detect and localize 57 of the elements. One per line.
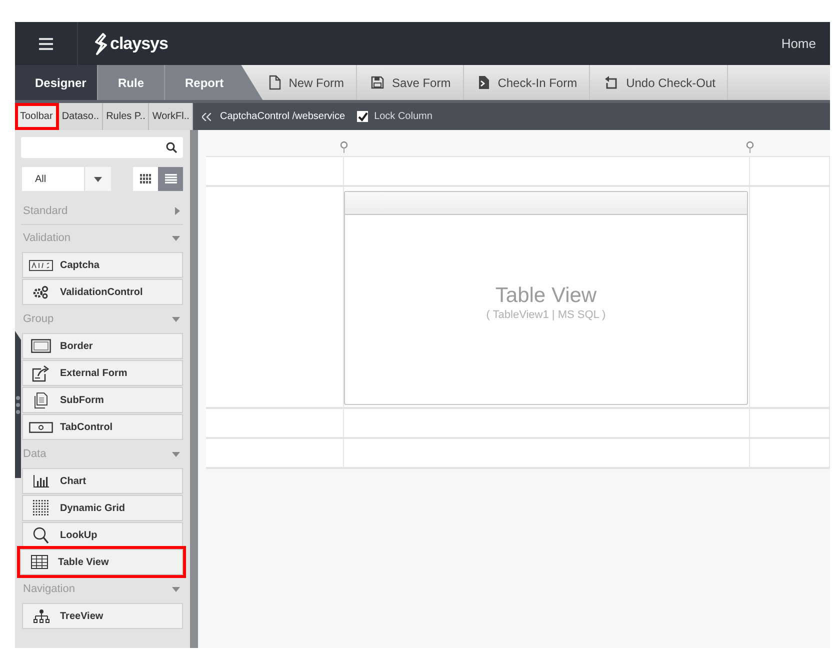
- list-icon: [164, 174, 177, 184]
- search-icon: [166, 142, 178, 153]
- toolbox-item[interactable]: TreeView: [22, 603, 184, 629]
- checkbox-label: Lock Column: [374, 111, 432, 122]
- mode-tab[interactable]: Report: [165, 65, 263, 100]
- toolbox-item[interactable]: TabControl: [22, 414, 184, 440]
- toolbox-item[interactable]: External Form: [22, 360, 184, 386]
- collapse-icon[interactable]: [202, 112, 211, 120]
- mode-tab[interactable]: Designer: [15, 65, 98, 100]
- column-pin-icon[interactable]: [746, 141, 754, 153]
- home-link[interactable]: Home: [781, 36, 816, 51]
- toolbox-item[interactable]: Table View: [20, 549, 184, 575]
- toolbox-item[interactable]: SubForm: [22, 387, 184, 413]
- bar-chart-icon: [33, 474, 49, 488]
- document-icon: [268, 75, 281, 90]
- column-pin-icon[interactable]: [340, 141, 348, 153]
- caret-down-icon: [172, 316, 180, 322]
- captcha-icon: [29, 260, 53, 270]
- menu-icon[interactable]: [39, 38, 53, 50]
- breadcrumb: CaptchaControl /webservice: [220, 111, 346, 122]
- gears-icon: [33, 285, 49, 299]
- panel-tab[interactable]: WorkFl..: [149, 103, 194, 130]
- tab-control-icon: [29, 422, 53, 432]
- toolbox-item[interactable]: Captcha: [22, 252, 184, 278]
- toolbox-item[interactable]: ValidationControl: [22, 279, 184, 305]
- control-title: Table View: [495, 284, 597, 308]
- documents-icon: [34, 392, 48, 408]
- filter-dropdown[interactable]: All: [22, 167, 111, 191]
- caret-down-icon: [172, 236, 180, 240]
- control-subtitle: ( TableView1 | MS SQL ): [486, 309, 606, 321]
- dot-grid-icon: [33, 500, 49, 516]
- document-arrow-icon: [478, 75, 490, 90]
- toolbox-item[interactable]: LookUp: [22, 522, 184, 548]
- table-icon: [30, 555, 48, 569]
- caret-right-icon: [175, 207, 180, 215]
- undo-icon: [604, 76, 618, 89]
- mode-tab[interactable]: Rule: [98, 65, 166, 100]
- toolbox-item[interactable]: Dynamic Grid: [22, 495, 184, 521]
- caret-icon: [94, 176, 102, 182]
- caret-down-icon: [172, 452, 180, 456]
- logo-icon: [94, 32, 108, 54]
- toolbox-item[interactable]: Chart: [22, 468, 184, 494]
- panel-tab[interactable]: Toolbar: [15, 103, 59, 130]
- toolbox-item[interactable]: Border: [22, 333, 184, 359]
- tree-icon: [32, 608, 50, 624]
- list-view-button[interactable]: [158, 167, 184, 191]
- caret-down-icon: [172, 586, 180, 592]
- save-icon: [371, 76, 384, 89]
- magnifier-icon: [33, 526, 49, 544]
- lock-checkbox[interactable]: [357, 111, 368, 122]
- panel-handle[interactable]: [15, 331, 21, 478]
- grid-view-button[interactable]: [133, 167, 158, 191]
- logo-text: claysys: [110, 34, 168, 54]
- external-form-icon: [32, 364, 50, 382]
- grid-icon: [140, 174, 152, 184]
- search-field[interactable]: [21, 137, 184, 158]
- border-icon: [31, 339, 51, 353]
